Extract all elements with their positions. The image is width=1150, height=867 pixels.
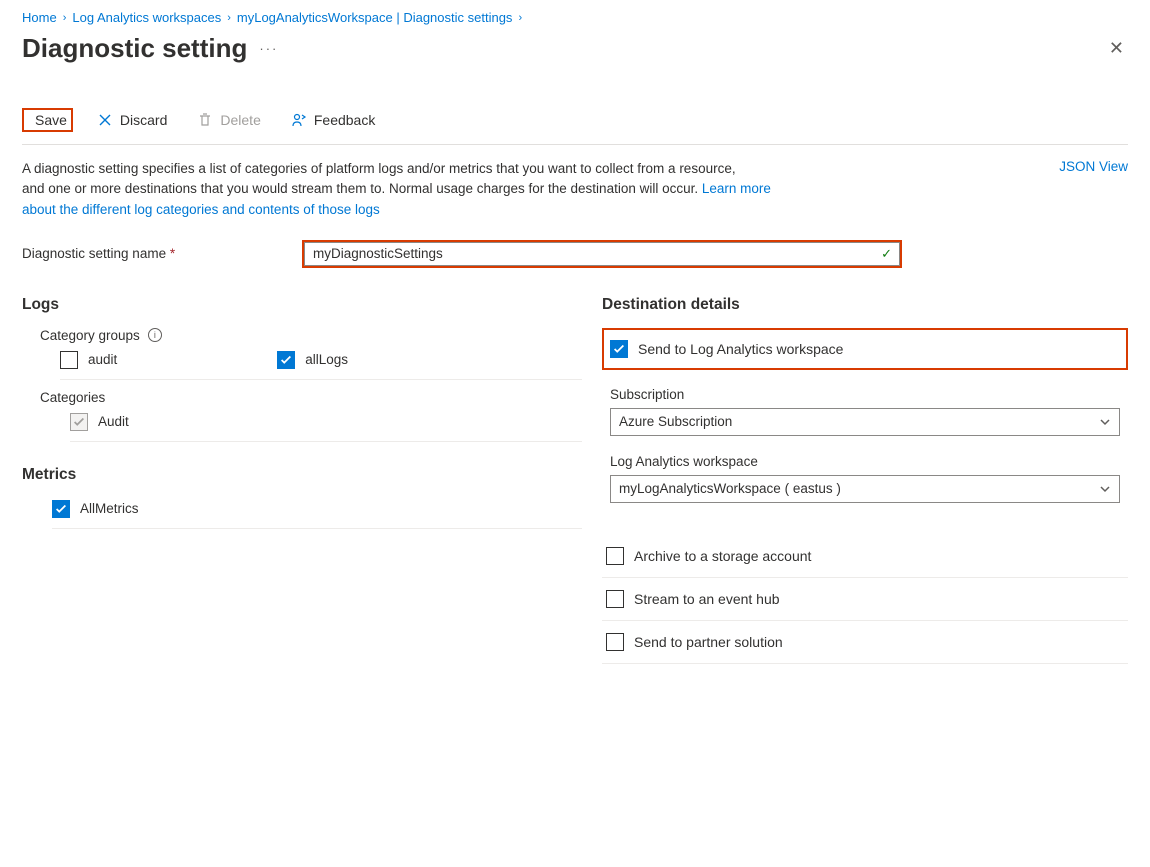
category-groups-label: Category groups i xyxy=(40,328,582,343)
subscription-dropdown[interactable]: Azure Subscription xyxy=(610,408,1120,436)
send-la-row: Send to Log Analytics workspace xyxy=(602,328,1128,370)
feedback-button[interactable]: Feedback xyxy=(285,108,381,132)
metrics-heading: Metrics xyxy=(22,466,582,484)
chevron-right-icon: › xyxy=(518,12,522,24)
setting-name-input-ext[interactable] xyxy=(458,242,900,266)
destination-heading: Destination details xyxy=(602,296,1128,314)
breadcrumb-diagnostic[interactable]: myLogAnalyticsWorkspace | Diagnostic set… xyxy=(237,10,513,25)
chevron-right-icon: › xyxy=(227,12,231,24)
description-text: A diagnostic setting specifies a list of… xyxy=(22,159,792,220)
partner-row: Send to partner solution xyxy=(602,621,1128,664)
breadcrumb: Home › Log Analytics workspaces › myLogA… xyxy=(22,10,1128,25)
send-la-checkbox[interactable] xyxy=(610,340,628,358)
more-icon[interactable]: ··· xyxy=(259,41,278,56)
setting-name-input[interactable] xyxy=(304,242,458,266)
logs-heading: Logs xyxy=(22,296,582,314)
setting-name-label: Diagnostic setting name * xyxy=(22,246,302,261)
archive-label: Archive to a storage account xyxy=(634,548,811,564)
workspace-label: Log Analytics workspace xyxy=(610,454,1120,469)
audit-checkbox[interactable] xyxy=(60,351,78,369)
workspace-value: myLogAnalyticsWorkspace ( eastus ) xyxy=(619,481,841,496)
person-icon xyxy=(291,112,307,128)
feedback-label: Feedback xyxy=(314,112,375,128)
discard-label: Discard xyxy=(120,112,167,128)
audit-label: audit xyxy=(88,352,117,367)
stream-checkbox[interactable] xyxy=(606,590,624,608)
alllogs-label: allLogs xyxy=(305,352,348,367)
chevron-down-icon xyxy=(1099,416,1111,428)
delete-label: Delete xyxy=(220,112,260,128)
x-icon xyxy=(97,112,113,128)
allmetrics-checkbox[interactable] xyxy=(52,500,70,518)
audit-category-label: Audit xyxy=(98,414,129,429)
check-icon: ✓ xyxy=(881,246,892,262)
breadcrumb-workspaces[interactable]: Log Analytics workspaces xyxy=(72,10,221,25)
delete-button: Delete xyxy=(191,108,266,132)
subscription-label: Subscription xyxy=(610,387,1120,402)
divider xyxy=(70,441,582,442)
categories-label: Categories xyxy=(40,390,582,405)
required-asterisk: * xyxy=(170,246,175,261)
close-icon[interactable]: ✕ xyxy=(1105,34,1128,63)
divider xyxy=(60,379,582,380)
save-label: Save xyxy=(35,112,67,128)
toolbar: Save Discard Delete Feedback xyxy=(22,102,1128,145)
workspace-dropdown[interactable]: myLogAnalyticsWorkspace ( eastus ) xyxy=(610,475,1120,503)
partner-label: Send to partner solution xyxy=(634,634,783,650)
alllogs-checkbox-row: allLogs xyxy=(277,351,348,369)
archive-row: Archive to a storage account xyxy=(602,535,1128,578)
allmetrics-label: AllMetrics xyxy=(80,501,139,516)
stream-label: Stream to an event hub xyxy=(634,591,780,607)
info-icon[interactable]: i xyxy=(148,328,162,342)
chevron-right-icon: › xyxy=(63,12,67,24)
page-title: Diagnostic setting xyxy=(22,33,247,64)
breadcrumb-home[interactable]: Home xyxy=(22,10,57,25)
divider xyxy=(52,528,582,529)
partner-checkbox[interactable] xyxy=(606,633,624,651)
discard-button[interactable]: Discard xyxy=(91,108,173,132)
audit-category-checkbox xyxy=(70,413,88,431)
allmetrics-row: AllMetrics xyxy=(52,500,582,518)
send-la-label: Send to Log Analytics workspace xyxy=(638,341,843,357)
subscription-value: Azure Subscription xyxy=(619,414,732,429)
audit-category-row: Audit xyxy=(70,413,582,431)
save-button[interactable]: Save xyxy=(22,108,73,132)
json-view-link[interactable]: JSON View xyxy=(1059,159,1128,174)
archive-checkbox[interactable] xyxy=(606,547,624,565)
stream-row: Stream to an event hub xyxy=(602,578,1128,621)
chevron-down-icon xyxy=(1099,483,1111,495)
trash-icon xyxy=(197,112,213,128)
audit-checkbox-row: audit xyxy=(60,351,117,369)
alllogs-checkbox[interactable] xyxy=(277,351,295,369)
